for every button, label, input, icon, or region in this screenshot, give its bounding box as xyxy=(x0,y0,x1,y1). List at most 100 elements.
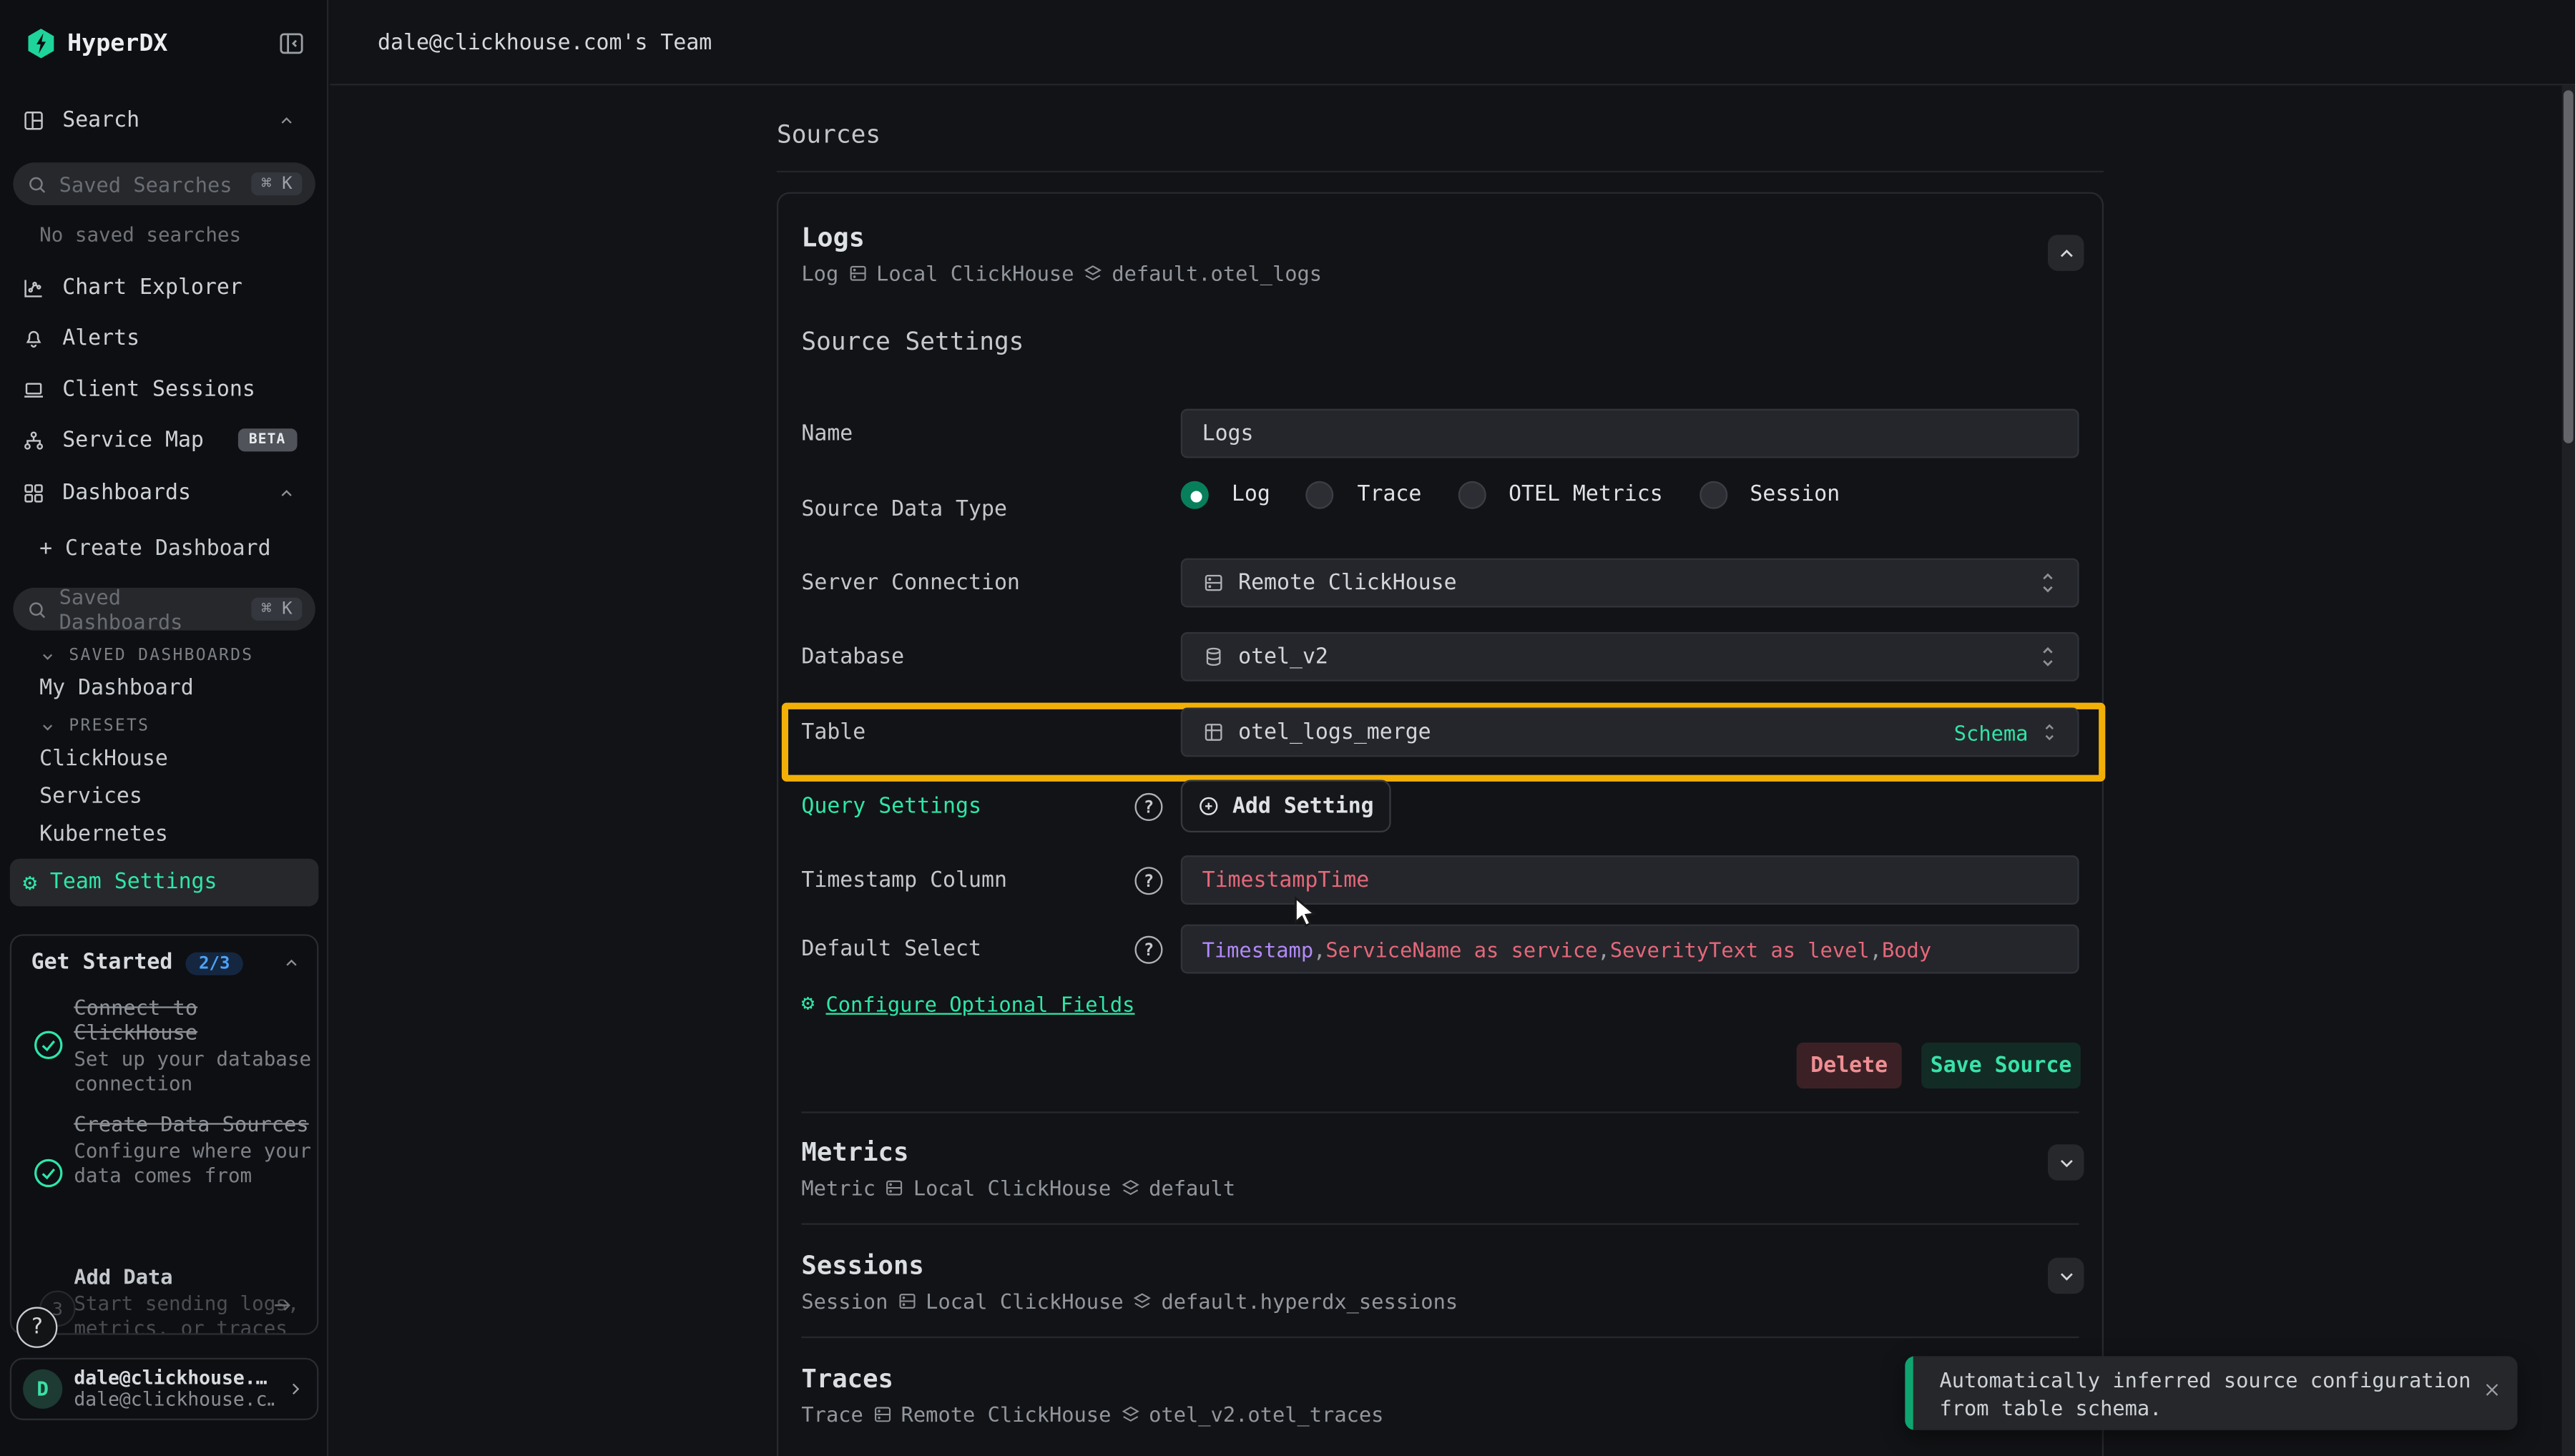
server-connection-select[interactable]: Remote ClickHouse xyxy=(1181,559,2079,608)
connection-name: Remote ClickHouse xyxy=(901,1402,1112,1427)
radio-trace-label[interactable]: Trace xyxy=(1358,483,1422,507)
sidebar-item-search[interactable]: Search xyxy=(21,95,307,144)
query-settings-label: Query Settings xyxy=(801,795,981,819)
configure-optional-fields-link[interactable]: ⚙ Configure Optional Fields xyxy=(801,992,1134,1016)
sidebar-item-chart-explorer[interactable]: Chart Explorer xyxy=(21,262,307,312)
scrollbar-thumb[interactable] xyxy=(2564,90,2574,443)
saved-searches-placeholder: Saved Searches xyxy=(59,172,240,196)
help-circle-icon[interactable]: ? xyxy=(1134,936,1162,964)
delete-button[interactable]: Delete xyxy=(1797,1043,1902,1088)
network-icon xyxy=(21,428,46,452)
toast-accent-bar xyxy=(1905,1356,1913,1430)
table-select[interactable]: otel_logs_merge Schema xyxy=(1181,708,2079,757)
database-select[interactable]: otel_v2 xyxy=(1181,632,2079,682)
get-started-header[interactable]: Get Started 2/3 xyxy=(31,950,301,975)
search-icon xyxy=(26,173,48,195)
radio-session-label[interactable]: Session xyxy=(1750,483,1840,507)
sidebar-item-dashboards[interactable]: Dashboards xyxy=(21,468,307,517)
table-path: default xyxy=(1149,1176,1235,1200)
check-circle-icon xyxy=(31,1028,66,1062)
beta-badge: BETA xyxy=(237,428,298,451)
radio-otel-metrics-label[interactable]: OTEL Metrics xyxy=(1509,483,1663,507)
sources-card xyxy=(777,192,2104,1456)
sidebar-item-client-sessions[interactable]: Client Sessions xyxy=(21,365,307,414)
sidebar-item-team-settings[interactable]: ⚙ Team Settings xyxy=(10,859,319,907)
get-started-step[interactable]: Connect to ClickHouse Set up your databa… xyxy=(74,995,313,1095)
chevron-down-icon xyxy=(39,648,56,664)
toast-message-line1: Automatically inferred source configurat… xyxy=(1939,1366,2471,1394)
sidebar-item-alerts[interactable]: Alerts xyxy=(21,314,307,363)
bell-icon xyxy=(21,326,46,350)
add-setting-button[interactable]: Add Setting xyxy=(1181,780,1391,832)
close-icon[interactable] xyxy=(2481,1379,2503,1401)
configure-optional-fields-label: Configure Optional Fields xyxy=(825,992,1134,1016)
database-icon xyxy=(1202,645,1225,668)
connection-name: Local ClickHouse xyxy=(876,261,1074,285)
help-circle-icon[interactable]: ? xyxy=(1134,867,1162,895)
saved-dashboards-input[interactable]: Saved Dashboards ⌘ K xyxy=(13,588,315,631)
section-saved-dashboards[interactable]: SAVED DASHBOARDS xyxy=(39,647,253,665)
name-label: Name xyxy=(801,422,853,446)
grid-icon xyxy=(21,481,46,505)
user-name: dale@clickhouse.… xyxy=(74,1367,274,1389)
divider xyxy=(777,171,2104,172)
server-icon xyxy=(871,1404,893,1425)
timestamp-column-value: TimestampTime xyxy=(1202,867,1370,892)
collapse-sidebar-icon[interactable] xyxy=(278,29,305,57)
sql-segment: , xyxy=(1313,937,1325,961)
help-circle-icon[interactable]: ? xyxy=(1134,793,1162,821)
schema-badge[interactable]: Schema xyxy=(1954,720,2029,744)
chevron-down-icon xyxy=(39,718,56,734)
hyperdx-logo-icon xyxy=(26,28,56,59)
logs-source-meta: Log Local ClickHouse default.otel_logs xyxy=(801,261,1322,285)
section-presets[interactable]: PRESETS xyxy=(39,717,149,735)
source-type: Session xyxy=(801,1289,888,1313)
default-select-input[interactable]: Timestamp, ServiceName as service, Sever… xyxy=(1181,925,2079,974)
name-input[interactable]: Logs xyxy=(1181,409,2079,458)
radio-trace[interactable] xyxy=(1306,481,1334,509)
sidebar-item-clickhouse[interactable]: ClickHouse xyxy=(39,747,168,772)
help-button[interactable]: ? xyxy=(16,1307,57,1348)
divider xyxy=(801,1111,2079,1113)
brand[interactable]: HyperDX xyxy=(26,28,168,59)
expand-metrics-button[interactable] xyxy=(2048,1144,2084,1181)
radio-log[interactable] xyxy=(1181,481,1209,509)
server-icon xyxy=(847,262,868,284)
sidebar-item-kubernetes[interactable]: Kubernetes xyxy=(39,822,168,847)
expand-sessions-button[interactable] xyxy=(2048,1258,2084,1294)
server-icon xyxy=(884,1177,906,1199)
sidebar-item-services[interactable]: Services xyxy=(39,784,142,809)
no-saved-searches-text: No saved searches xyxy=(39,223,241,246)
save-source-button[interactable]: Save Source xyxy=(1921,1043,2081,1088)
server-icon xyxy=(896,1291,918,1312)
traces-source-meta: Trace Remote ClickHouse otel_v2.otel_tra… xyxy=(801,1402,1383,1427)
avatar: D xyxy=(23,1369,62,1409)
check-circle-icon xyxy=(31,1156,66,1190)
radio-otel-metrics[interactable] xyxy=(1458,481,1486,509)
select-chevrons-icon xyxy=(2038,645,2058,668)
database-value: otel_v2 xyxy=(1238,644,1328,669)
team-settings-label: Team Settings xyxy=(50,870,217,895)
server-connection-label: Server Connection xyxy=(801,571,1019,596)
progress-badge: 2/3 xyxy=(186,951,243,974)
logs-source-title: Logs xyxy=(801,222,864,253)
stack-icon xyxy=(1132,1291,1153,1312)
radio-session[interactable] xyxy=(1699,481,1727,509)
saved-searches-input[interactable]: Saved Searches ⌘ K xyxy=(13,162,315,205)
sidebar-item-my-dashboard[interactable]: My Dashboard xyxy=(39,677,194,701)
step-title: Add Data xyxy=(74,1264,313,1289)
get-started-step[interactable]: Create Data Sources Configure where your… xyxy=(74,1111,313,1187)
sql-segment: Body xyxy=(1882,937,1931,961)
user-menu[interactable]: D dale@clickhouse.… dale@clickhouse.c… xyxy=(10,1358,319,1420)
user-email: dale@clickhouse.c… xyxy=(74,1389,274,1410)
add-setting-label: Add Setting xyxy=(1232,794,1374,818)
radio-log-label[interactable]: Log xyxy=(1232,483,1270,507)
sidebar-item-service-map[interactable]: Service Map BETA xyxy=(21,415,307,465)
create-dashboard-link[interactable]: + Create Dashboard xyxy=(39,537,270,561)
sidebar-item-label: Service Map xyxy=(62,428,204,452)
table-value: otel_logs_merge xyxy=(1238,720,1431,744)
team-title: dale@clickhouse.com's Team xyxy=(378,31,712,56)
stack-icon xyxy=(1119,1177,1141,1199)
sessions-source-title: Sessions xyxy=(801,1251,923,1280)
collapse-logs-button[interactable] xyxy=(2048,235,2084,271)
